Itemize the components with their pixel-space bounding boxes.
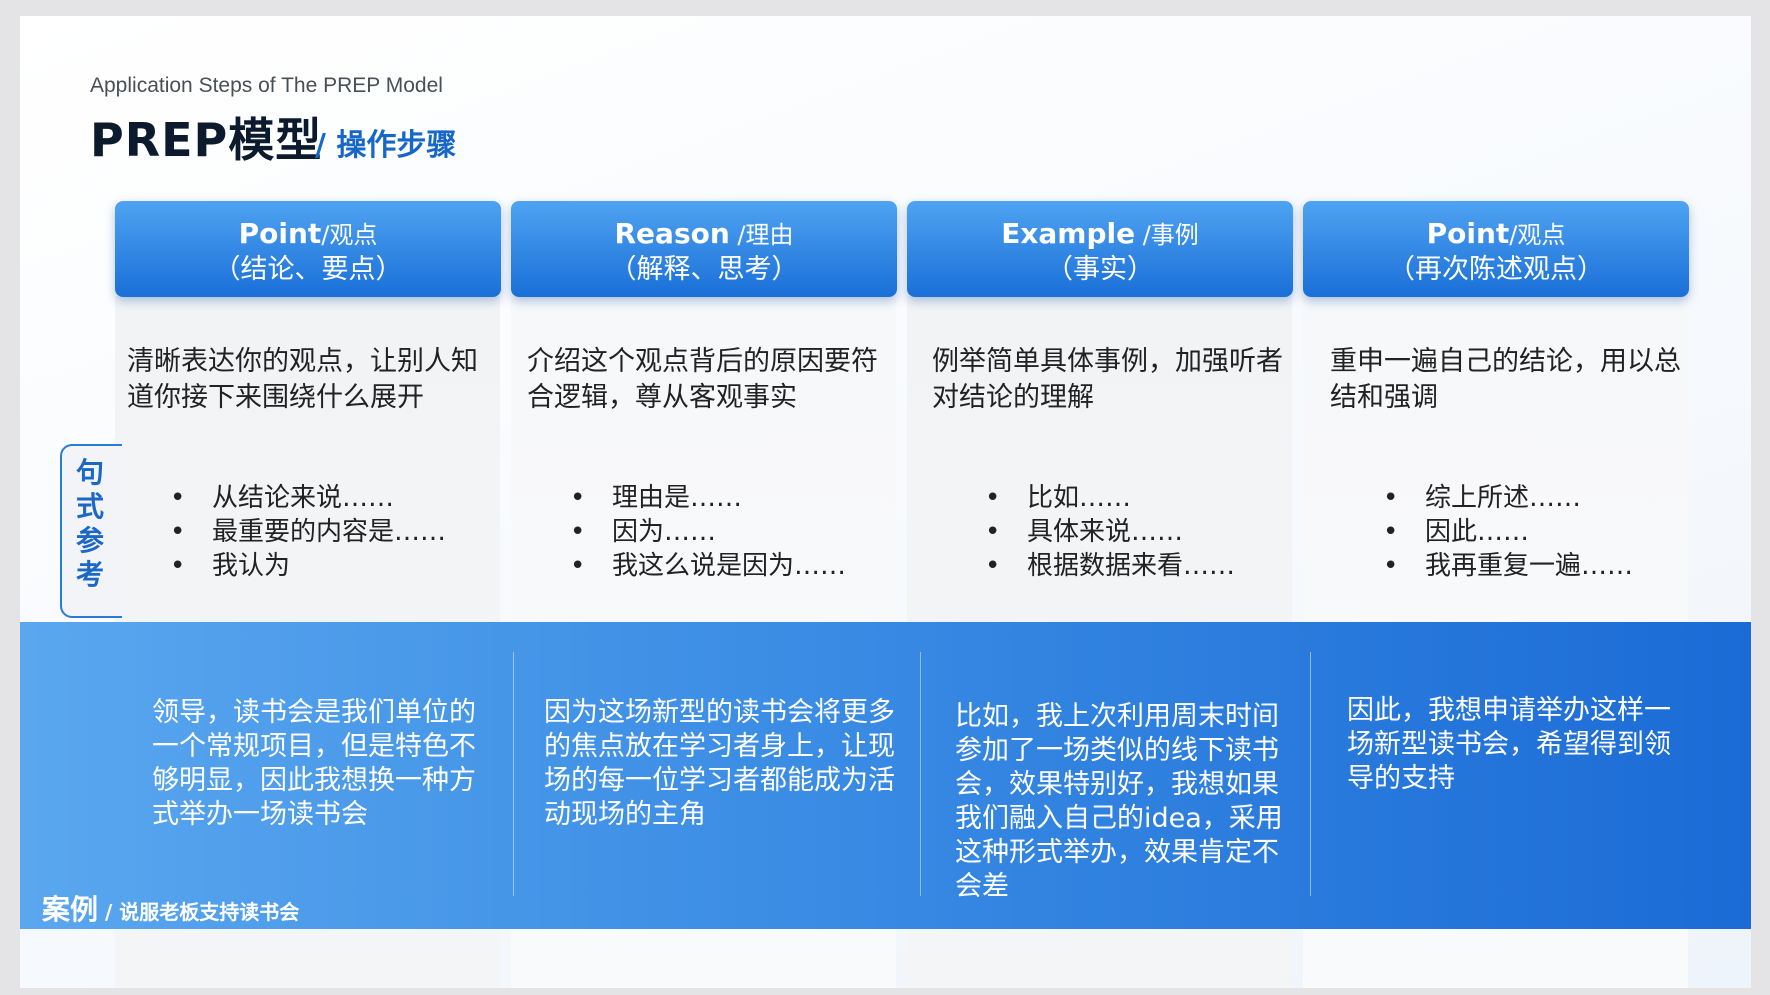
step-description: 介绍这个观点背后的原因要符合逻辑，尊从客观事实 xyxy=(527,346,878,413)
case-label-sub: / 说服老板支持读书会 xyxy=(98,900,300,924)
page-title-sub: / 操作步骤 xyxy=(315,128,457,163)
step-name: Point xyxy=(1426,217,1510,250)
reference-tag-label: 句式参考 xyxy=(75,456,104,591)
step-sub: （再次陈述观点） xyxy=(1388,254,1604,285)
step-description: 例举简单具体事例，加强听者对结论的理解 xyxy=(932,346,1283,413)
step-sub: （结论、要点） xyxy=(213,254,403,285)
step-header-point-restate: Point/观点 （再次陈述观点） xyxy=(1303,201,1689,297)
step-description: 清晰表达你的观点，让别人知道你接下来围绕什么展开 xyxy=(127,346,478,413)
list-item: 我再重复一遍…… xyxy=(1383,549,1633,583)
case-text: 比如，我上次利用周末时间参加了一场类似的线下读书会，效果特别好，我想如果我们融入… xyxy=(955,701,1283,902)
list-item: 具体来说…… xyxy=(985,515,1235,549)
list-item: 因为…… xyxy=(570,515,846,549)
list-item: 根据数据来看…… xyxy=(985,549,1235,583)
list-item: 我这么说是因为…… xyxy=(570,549,846,583)
step-sub: （事实） xyxy=(1046,254,1154,285)
phrase-list: 从结论来说…… 最重要的内容是…… 我认为 xyxy=(170,481,446,583)
step-name: Reason xyxy=(614,217,730,250)
step-header-example: Example /事例 （事实） xyxy=(907,201,1293,297)
list-item: 最重要的内容是…… xyxy=(170,515,446,549)
divider xyxy=(513,652,514,896)
step-name: Point xyxy=(238,217,322,250)
step-header-point: Point/观点 （结论、要点） xyxy=(115,201,501,297)
slide: Application Steps of The PREP Model PREP… xyxy=(20,16,1751,988)
step-header-reason: Reason /理由 （解释、思考） xyxy=(511,201,897,297)
phrase-list: 理由是…… 因为…… 我这么说是因为…… xyxy=(570,481,846,583)
step-name-suffix: /事例 xyxy=(1135,221,1199,249)
case-text: 因为这场新型的读书会将更多的焦点放在学习者身上，让现场的每一位学习者都能成为活动… xyxy=(544,697,895,830)
list-item: 从结论来说…… xyxy=(170,481,446,515)
list-item: 我认为 xyxy=(170,549,446,583)
english-subtitle: Application Steps of The PREP Model xyxy=(90,74,443,97)
case-text: 领导，读书会是我们单位的一个常规项目，但是特色不够明显，因此我想换一种方式举办一… xyxy=(152,697,476,830)
divider xyxy=(920,652,921,896)
phrase-list: 综上所述…… 因此…… 我再重复一遍…… xyxy=(1383,481,1633,583)
step-sub: （解释、思考） xyxy=(609,254,799,285)
list-item: 理由是…… xyxy=(570,481,846,515)
case-label-main: 案例 xyxy=(42,893,99,926)
page-title: PREP模型 xyxy=(90,113,323,167)
case-label: 案例 / 说服老板支持读书会 xyxy=(42,888,299,928)
step-description: 重申一遍自己的结论，用以总结和强调 xyxy=(1330,346,1681,413)
list-item: 综上所述…… xyxy=(1383,481,1633,515)
step-name-suffix: /理由 xyxy=(729,221,794,249)
divider xyxy=(1310,652,1311,896)
case-text: 因此，我想申请举办这样一场新型读书会，希望得到领导的支持 xyxy=(1347,695,1671,794)
list-item: 比如…… xyxy=(985,481,1235,515)
phrase-list: 比如…… 具体来说…… 根据数据来看…… xyxy=(985,481,1235,583)
list-item: 因此…… xyxy=(1383,515,1633,549)
step-name-suffix: /观点 xyxy=(1509,221,1566,249)
step-name-suffix: /观点 xyxy=(321,221,378,249)
step-name: Example xyxy=(1001,217,1136,250)
